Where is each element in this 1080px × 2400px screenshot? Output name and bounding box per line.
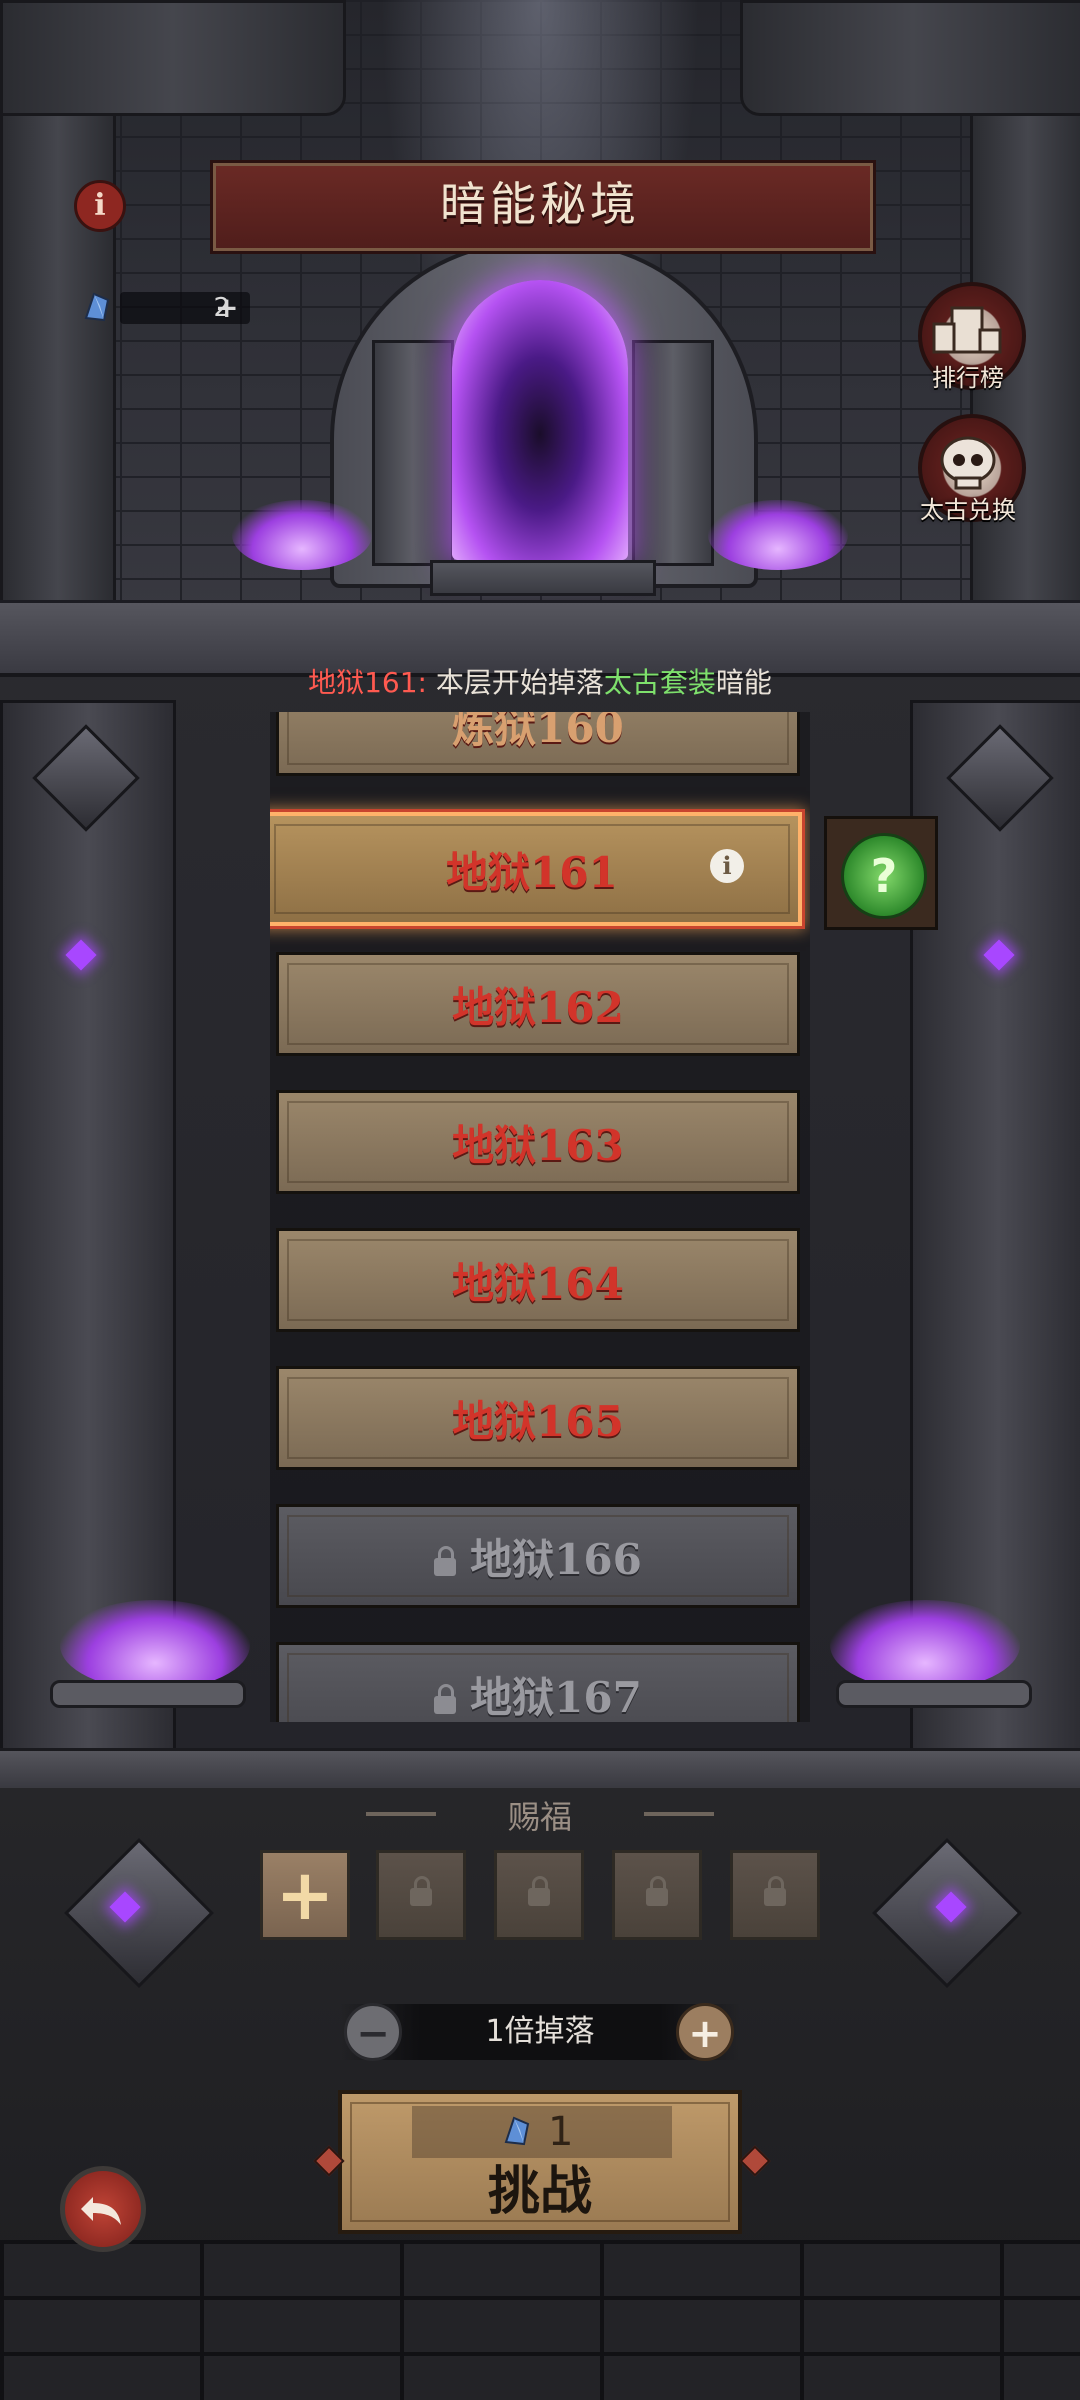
floor-label: 炼狱160 bbox=[452, 712, 624, 752]
floor-label-text: 地狱167 bbox=[470, 1672, 642, 1722]
right-arch bbox=[740, 0, 1080, 116]
right-title-ornament bbox=[644, 1812, 714, 1816]
lock-icon bbox=[764, 1876, 786, 1906]
left-floor-flame bbox=[60, 1600, 250, 1690]
increase-drop-button[interactable]: + bbox=[676, 2003, 734, 2061]
info-icon[interactable]: i bbox=[710, 849, 744, 883]
plus-icon: + bbox=[275, 1854, 335, 1936]
left-brazier-bowl bbox=[50, 1680, 246, 1708]
floor-label: 地狱164 bbox=[452, 1258, 624, 1308]
floor-label: 地狱165 bbox=[452, 1396, 624, 1446]
page-title: 暗能秘境 bbox=[440, 177, 640, 231]
floor-label: 地狱167 bbox=[434, 1664, 642, 1723]
info-icon[interactable]: i bbox=[74, 180, 126, 232]
floor-button-162[interactable]: 地狱162 bbox=[276, 952, 800, 1056]
floor-button-160[interactable]: 炼狱160 bbox=[276, 712, 800, 776]
add-currency-button[interactable]: + bbox=[215, 288, 238, 328]
left-title-ornament bbox=[366, 1812, 436, 1816]
floor-button-165[interactable]: 地狱165 bbox=[276, 1366, 800, 1470]
dungeon-scene: 暗能秘境 i 2 + 排行榜 太古兑换 bbox=[0, 0, 1080, 680]
floor-bricks bbox=[0, 2240, 1080, 2400]
notice-suffix: 暗能 bbox=[715, 666, 772, 699]
notice-highlight: 太古套装 bbox=[603, 666, 716, 699]
lock-icon bbox=[434, 1545, 457, 1576]
lock-icon bbox=[646, 1876, 668, 1906]
purple-portal bbox=[452, 280, 628, 560]
right-brazier-bowl bbox=[836, 1680, 1032, 1708]
floor-list[interactable]: 炼狱160 地狱161 i 地狱162 地狱163 地狱164 地狱165 地狱… bbox=[270, 712, 810, 1722]
floor-button-164[interactable]: 地狱164 bbox=[276, 1228, 800, 1332]
left-arch bbox=[0, 0, 346, 116]
crystal-gem-icon bbox=[84, 292, 110, 322]
right-purple-flame bbox=[708, 500, 848, 570]
floor-notice: 地狱161: 本层开始掉落太古套装暗能 bbox=[0, 660, 1080, 706]
left-wall-column bbox=[0, 700, 176, 1756]
blessing-slot-locked[interactable] bbox=[730, 1850, 820, 1940]
left-purple-flame bbox=[232, 500, 372, 570]
blessing-slot-locked[interactable] bbox=[494, 1850, 584, 1940]
gate-left-column bbox=[372, 340, 454, 566]
blessing-title: 赐福 bbox=[507, 1798, 572, 1836]
floor-label: 地狱166 bbox=[434, 1526, 642, 1587]
floor-button-163[interactable]: 地狱163 bbox=[276, 1090, 800, 1194]
notice-text: 本层开始掉落 bbox=[426, 666, 604, 699]
right-floor-flame bbox=[830, 1600, 1020, 1690]
currency-display: 2 + bbox=[80, 288, 250, 328]
ancient-exchange-label: 太古兑换 bbox=[920, 496, 1016, 524]
floor-button-167[interactable]: 地狱167 bbox=[276, 1642, 800, 1722]
bottom-ledge bbox=[0, 1748, 1080, 1791]
portal-steps bbox=[430, 560, 656, 596]
floor-button-161[interactable]: 地狱161 i bbox=[270, 812, 802, 926]
crystal-gem-icon bbox=[504, 2116, 530, 2146]
notice-floor: 地狱161: bbox=[308, 666, 427, 699]
blessing-slot-add[interactable]: + bbox=[260, 1850, 350, 1940]
lock-icon bbox=[434, 1683, 457, 1714]
question-mark-icon: ? bbox=[841, 833, 927, 919]
challenge-button[interactable]: 1 挑战 bbox=[338, 2090, 742, 2234]
back-button[interactable] bbox=[60, 2166, 146, 2252]
back-arrow-icon bbox=[81, 2197, 121, 2225]
gate-right-column bbox=[632, 340, 714, 566]
blessing-slot-locked[interactable] bbox=[612, 1850, 702, 1940]
challenge-label: 挑战 bbox=[487, 2162, 592, 2222]
challenge-cost-bar bbox=[412, 2106, 672, 2158]
blessing-slot-locked[interactable] bbox=[376, 1850, 466, 1940]
floor-label-text: 地狱166 bbox=[470, 1534, 642, 1584]
challenge-cost: 1 bbox=[548, 2109, 574, 2155]
floor-label: 地狱163 bbox=[452, 1120, 624, 1170]
mystery-reward-button[interactable]: ? bbox=[824, 816, 938, 930]
lock-icon bbox=[410, 1876, 432, 1906]
floor-label: 地狱161 bbox=[446, 847, 618, 897]
floor-label: 地狱162 bbox=[452, 982, 624, 1032]
leaderboard-label: 排行榜 bbox=[932, 364, 1004, 392]
floor-button-166[interactable]: 地狱166 bbox=[276, 1504, 800, 1608]
lock-icon bbox=[528, 1876, 550, 1906]
